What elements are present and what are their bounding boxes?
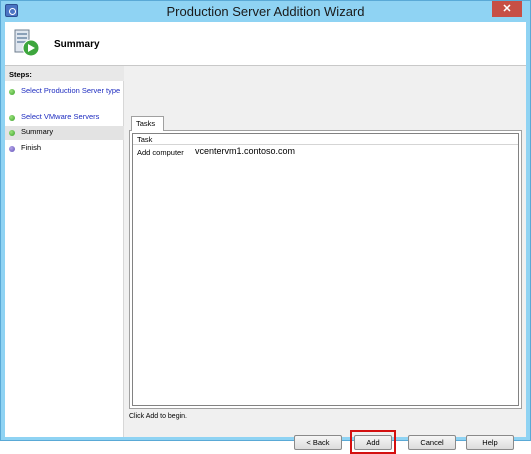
tasks-grid[interactable]: Task Add computer vcentervm1.contoso.com xyxy=(132,133,519,406)
table-row[interactable]: Add computer vcentervm1.contoso.com xyxy=(133,146,518,159)
help-button[interactable]: Help xyxy=(466,435,514,450)
step-complete-icon xyxy=(9,130,15,136)
back-button[interactable]: < Back xyxy=(294,435,342,450)
step-finish: Finish xyxy=(5,142,124,156)
step-label: Select Production Server type xyxy=(21,86,121,95)
close-button[interactable]: ✕ xyxy=(492,1,522,17)
step-complete-icon xyxy=(9,89,15,95)
status-text: Click Add to begin. xyxy=(129,413,187,420)
task-action: Add computer xyxy=(137,148,184,157)
step-select-server-type[interactable]: Select Production Server type xyxy=(5,85,124,107)
wizard-client: Summary Steps: Select Production Server … xyxy=(5,22,526,454)
server-wizard-icon xyxy=(14,29,40,57)
content-area: Tasks Task Add computer vcentervm1.conto… xyxy=(124,66,526,454)
step-complete-icon xyxy=(9,115,15,121)
task-server: vcentervm1.contoso.com xyxy=(195,146,296,156)
tab-tasks[interactable]: Tasks xyxy=(131,116,164,131)
step-label: Select VMware Servers xyxy=(21,112,100,121)
page-title: Summary xyxy=(54,39,100,50)
title-bar[interactable]: Production Server Addition Wizard ✕ xyxy=(1,1,530,22)
step-summary: Summary xyxy=(5,126,124,140)
step-label: Summary xyxy=(21,127,54,136)
steps-panel: Steps: Select Production Server type Sel… xyxy=(5,66,124,437)
wizard-window: Production Server Addition Wizard ✕ Summ… xyxy=(0,0,531,454)
cancel-button[interactable]: Cancel xyxy=(408,435,456,450)
step-select-vmware-servers[interactable]: Select VMware Servers xyxy=(5,111,124,125)
tasks-panel: Task Add computer vcentervm1.contoso.com xyxy=(129,130,522,409)
steps-heading: Steps: xyxy=(5,66,124,81)
step-pending-icon xyxy=(9,146,15,152)
back-button-label: < Back xyxy=(306,438,330,447)
column-header-task[interactable]: Task xyxy=(133,134,518,145)
step-label: Finish xyxy=(21,143,42,152)
window-title: Production Server Addition Wizard xyxy=(166,4,365,19)
add-button-highlight xyxy=(350,430,396,454)
wizard-header: Summary xyxy=(5,22,526,66)
